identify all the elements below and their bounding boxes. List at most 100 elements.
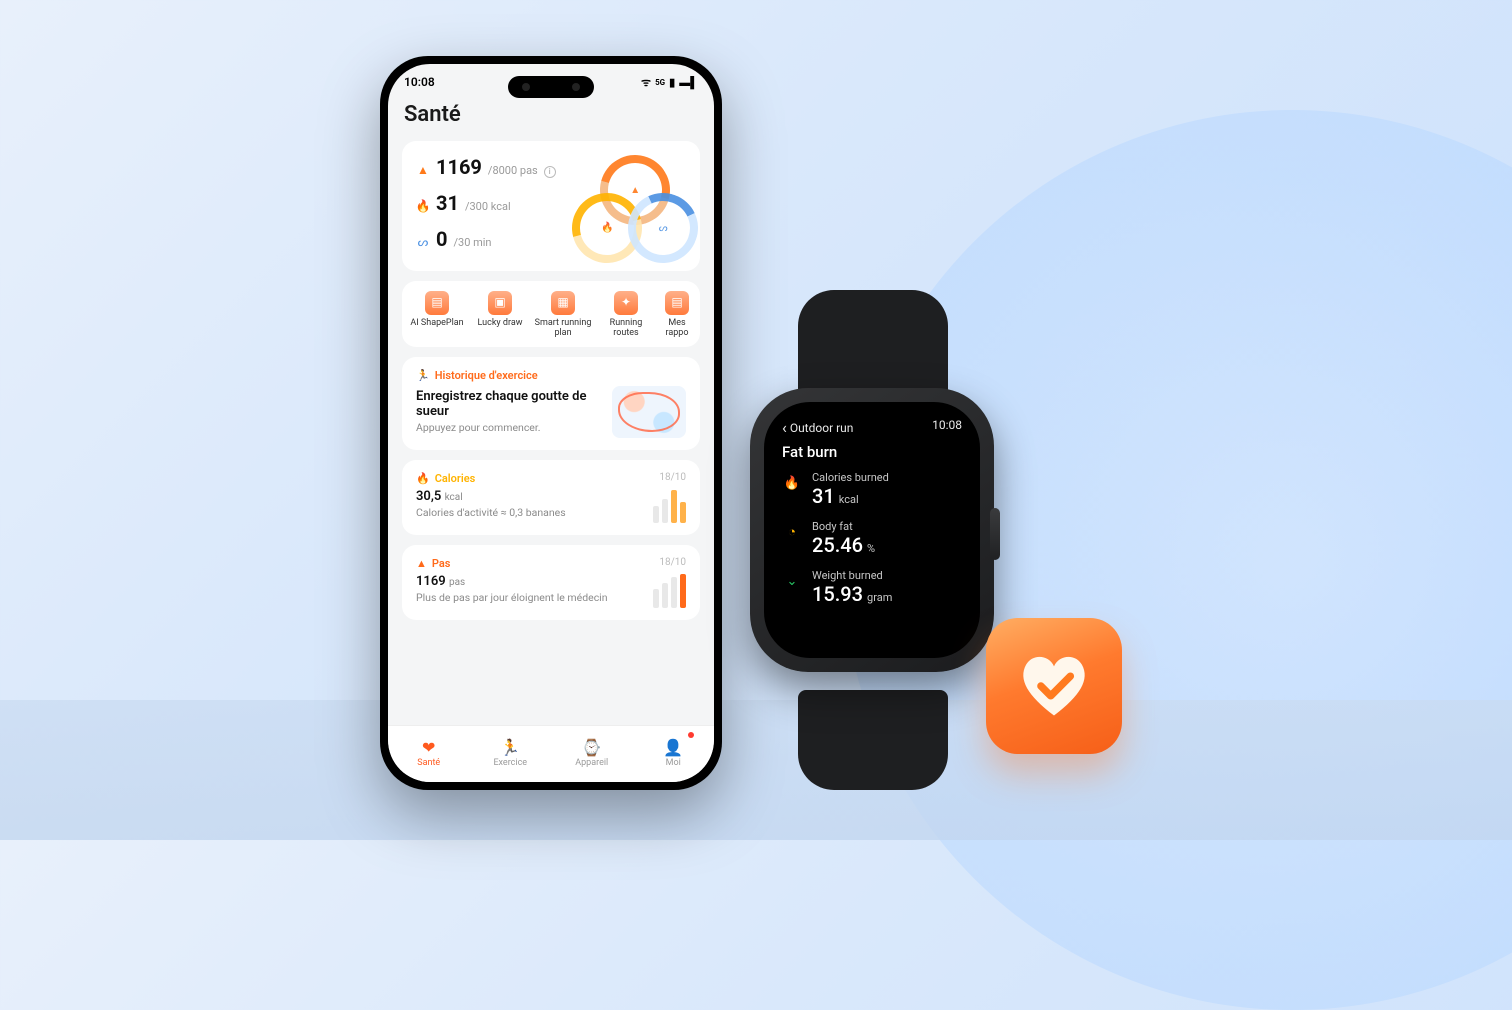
phone-device: 10:08 ᯤ 5G ▮ ▬▌ Santé ▲ 1169 /8000 pas i	[380, 56, 722, 790]
watch-strap-bottom	[798, 690, 948, 790]
steps-card-unit: pas	[449, 577, 465, 588]
calories-stat: 🔥 31 /300 kcal	[416, 191, 558, 215]
tile-lucky-draw[interactable]: ▣ Lucky draw	[471, 291, 529, 339]
watch-metric-1[interactable]: ◔ Body fat 25.46%	[782, 520, 962, 557]
watch-screen: Outdoor run 10:08 Fat burn 🔥 Calories bu…	[764, 402, 980, 658]
route-map-icon	[612, 386, 686, 438]
status-time: 10:08	[404, 75, 435, 89]
active-stat: ᔕ 0 /30 min	[416, 227, 558, 251]
shortcut-tiles: ▤ AI ShapePlan ▣ Lucky draw ▦ Smart running…	[402, 281, 700, 347]
card-heading: Calories	[435, 472, 476, 485]
watch-metrics-list: 🔥 Calories burned 31kcal ◔ Body fat 25.46…	[782, 471, 962, 606]
metric-label: Weight burned	[812, 569, 892, 582]
nav-label: Appareil	[575, 758, 608, 768]
bottom-nav: ❤ Santé 🏃 Exercice ⌚ Appareil 👤 Moi	[388, 725, 714, 782]
wifi-icon: ᯤ	[641, 75, 651, 90]
runner-icon: ✦	[614, 291, 638, 315]
activity-summary-card[interactable]: ▲ 1169 /8000 pas i 🔥 31 /300 kcal ᔕ 0 /3…	[402, 141, 700, 271]
nav-label: Moi	[666, 758, 681, 768]
tile-label: Lucky draw	[478, 319, 523, 329]
steps-card-value: 1169	[416, 574, 446, 589]
tile-smart-running-plan[interactable]: ▦ Smart running plan	[534, 291, 592, 339]
status-icons: ᯤ 5G ▮ ▬▌	[641, 75, 698, 90]
health-app-icon	[986, 618, 1122, 754]
tile-running-routes[interactable]: ✦ Running routes	[597, 291, 655, 339]
metric-unit: gram	[867, 591, 892, 604]
steps-card-subtitle: Plus de pas par jour éloignent le médeci…	[416, 591, 643, 605]
metric-label: Body fat	[812, 520, 875, 533]
steps-goal: /8000 pas	[488, 164, 538, 177]
watch-time: 10:08	[932, 418, 962, 437]
watch-case: Outdoor run 10:08 Fat burn 🔥 Calories bu…	[750, 388, 994, 672]
metric-value: 25.46%	[812, 533, 875, 557]
metric-value: 31kcal	[812, 484, 889, 508]
steps-mini-chart	[653, 574, 686, 608]
calories-mini-chart	[653, 489, 686, 523]
battery-icon: ▬▌	[679, 76, 698, 89]
steps-stat: ▲ 1169 /8000 pas i	[416, 155, 558, 179]
active-goal: /30 min	[453, 236, 491, 249]
metric-value: 15.93gram	[812, 582, 892, 606]
metric-unit: kcal	[839, 493, 859, 506]
watch-title: Fat burn	[782, 443, 962, 461]
nav-device[interactable]: ⌚ Appareil	[551, 726, 633, 782]
heart-icon: ❤	[422, 740, 435, 756]
watch-metric-0[interactable]: 🔥 Calories burned 31kcal	[782, 471, 962, 508]
info-icon[interactable]: i	[544, 166, 556, 178]
calories-value: 31	[436, 191, 459, 215]
activity-rings: ▲ 🔥 ᔕ	[568, 155, 686, 259]
metric-icon: ⌄	[782, 571, 802, 591]
steps-icon: ▲	[416, 557, 427, 570]
card-date: 18/10	[659, 557, 686, 570]
active-value: 0	[436, 227, 447, 251]
calories-card-value: 30,5	[416, 489, 441, 504]
signal-icon: ▮	[669, 76, 675, 89]
calendar-icon: ▦	[551, 291, 575, 315]
runner-icon: 🏃	[500, 740, 520, 756]
tile-label: Smart running plan	[534, 319, 592, 339]
tile-label: AI ShapePlan	[410, 319, 463, 329]
runner-icon: 🏃	[416, 369, 430, 382]
network-5g-icon: 5G	[655, 78, 665, 87]
nav-exercise[interactable]: 🏃 Exercice	[470, 726, 552, 782]
metric-label: Calories burned	[812, 471, 889, 484]
phone-screen: 10:08 ᯤ 5G ▮ ▬▌ Santé ▲ 1169 /8000 pas i	[388, 64, 714, 782]
gift-icon: ▣	[488, 291, 512, 315]
steps-icon: ▲	[416, 163, 430, 177]
tile-ai-shapeplan[interactable]: ▤ AI ShapePlan	[408, 291, 466, 339]
card-heading: Historique d'exercice	[435, 369, 538, 382]
exercise-history-card[interactable]: 🏃Historique d'exercice Enregistrez chaqu…	[402, 357, 700, 450]
heart-check-icon	[1013, 645, 1095, 727]
stand-icon: ᔕ	[416, 235, 430, 249]
nav-label: Exercice	[493, 758, 527, 768]
watch-icon: ⌚	[582, 740, 602, 756]
watch-metric-2[interactable]: ⌄ Weight burned 15.93gram	[782, 569, 962, 606]
card-date: 18/10	[659, 472, 686, 485]
metric-unit: %	[867, 542, 875, 555]
flame-icon: 🔥	[416, 472, 430, 485]
card-heading: Pas	[432, 557, 451, 570]
metric-icon: 🔥	[782, 473, 802, 493]
page-title: Santé	[404, 102, 698, 127]
steps-value: 1169	[436, 155, 482, 179]
clipboard-icon: ▤	[425, 291, 449, 315]
calories-goal: /300 kcal	[465, 200, 511, 213]
nav-health[interactable]: ❤ Santé	[388, 726, 470, 782]
phone-notch	[508, 76, 594, 98]
flame-icon: 🔥	[416, 199, 430, 213]
calories-card[interactable]: 🔥Calories18/10 30,5 kcal Calories d'acti…	[402, 460, 700, 535]
nav-me[interactable]: 👤 Moi	[633, 726, 715, 782]
ring-flame-icon: 🔥	[601, 223, 613, 234]
metric-icon: ◔	[782, 522, 802, 542]
watch-back-button[interactable]: Outdoor run	[782, 418, 853, 437]
tile-label: Running routes	[597, 319, 655, 339]
steps-card[interactable]: ▲ Pas 18/10 1169 pas Plus de pas par jour …	[402, 545, 700, 620]
notification-dot-icon	[688, 732, 694, 738]
report-icon: ▤	[665, 291, 689, 315]
person-icon: 👤	[663, 740, 683, 756]
tile-reports[interactable]: ▤ Mes rappo	[660, 291, 694, 339]
watch-device: Outdoor run 10:08 Fat burn 🔥 Calories bu…	[742, 290, 1002, 790]
watch-crown	[990, 508, 1000, 560]
tile-label: Mes rappo	[660, 319, 694, 339]
nav-label: Santé	[417, 758, 440, 768]
